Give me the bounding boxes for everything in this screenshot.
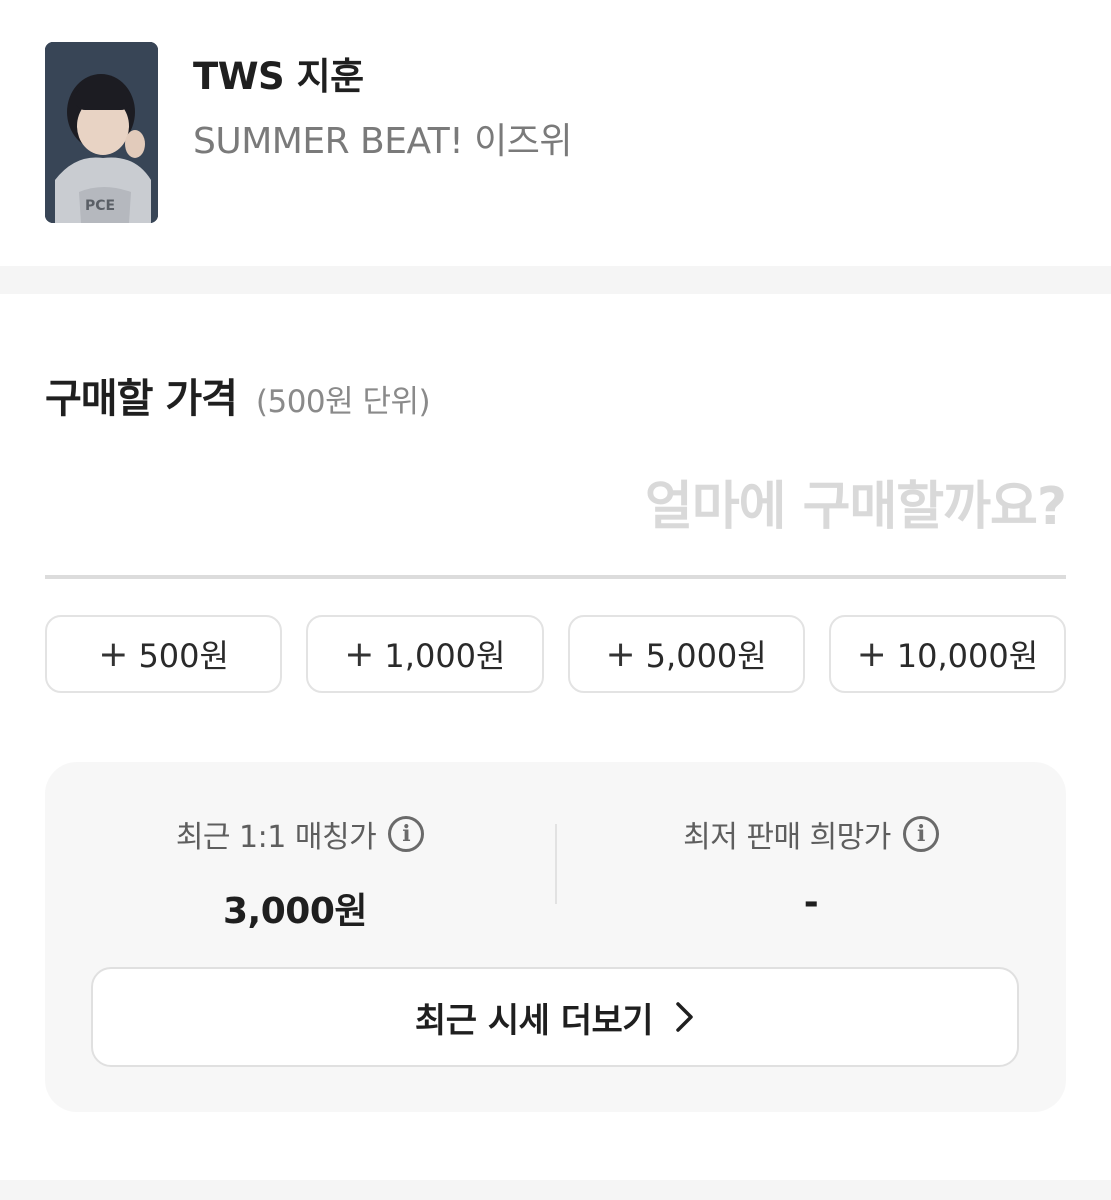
add-500-button[interactable]: + 500원 <box>45 615 283 693</box>
price-input[interactable] <box>45 462 1066 552</box>
add-10000-label: 10,000원 <box>896 637 1039 675</box>
plus-icon: + <box>605 633 636 675</box>
view-more-prices-button[interactable]: 최근 시세 더보기 <box>91 967 1019 1067</box>
add-5000-button[interactable]: + 5,000원 <box>567 615 805 693</box>
add-5000-label: 5,000원 <box>645 637 767 675</box>
recent-match-value: 3,000원 <box>223 891 368 932</box>
purchase-price-title: 구매할 가격 <box>45 376 238 422</box>
chevron-right-icon <box>675 1001 695 1033</box>
lowest-ask-value: - <box>803 882 819 923</box>
product-thumbnail[interactable]: PCE <box>45 42 158 223</box>
price-input-underline <box>45 575 1066 579</box>
view-more-prices-label: 최근 시세 더보기 <box>414 1000 654 1041</box>
recent-match-label-row: 최근 1:1 매칭가 i <box>175 812 425 856</box>
recent-match-stat: 최근 1:1 매칭가 i 3,000원 <box>45 812 555 934</box>
section-divider <box>0 266 1111 294</box>
info-icon[interactable]: i <box>388 816 425 852</box>
lowest-ask-label: 최저 판매 희망가 <box>683 820 891 855</box>
svg-text:PCE: PCE <box>85 198 115 214</box>
price-unit-note: (500원 단위) <box>255 384 431 420</box>
product-header: PCE TWS 지훈 SUMMER BEAT! 이즈위 <box>0 0 1111 266</box>
recent-match-label: 최근 1:1 매칭가 <box>175 820 377 855</box>
bottom-divider <box>0 1180 1111 1200</box>
lowest-ask-label-row: 최저 판매 희망가 i <box>683 812 939 856</box>
add-10000-button[interactable]: + 10,000원 <box>828 615 1066 693</box>
plus-icon: + <box>856 633 887 675</box>
price-increment-buttons: + 500원 + 1,000원 + 5,000원 + 10,000원 <box>45 615 1066 693</box>
lowest-ask-stat: 최저 판매 희망가 i - <box>556 812 1066 923</box>
market-stats-card: 최근 1:1 매칭가 i 3,000원 최저 판매 희망가 i - 최근 시세 … <box>45 762 1066 1112</box>
plus-icon: + <box>344 633 375 675</box>
product-title: TWS 지훈 <box>193 55 364 98</box>
product-subtitle: SUMMER BEAT! 이즈위 <box>193 121 573 162</box>
plus-icon: + <box>98 633 129 675</box>
add-500-label: 500원 <box>138 637 229 675</box>
info-icon[interactable]: i <box>902 816 939 852</box>
add-1000-label: 1,000원 <box>384 637 506 675</box>
purchase-price-heading: 구매할 가격 (500원 단위) <box>45 366 431 424</box>
photocard-image: PCE <box>45 42 158 223</box>
add-1000-button[interactable]: + 1,000원 <box>306 615 544 693</box>
